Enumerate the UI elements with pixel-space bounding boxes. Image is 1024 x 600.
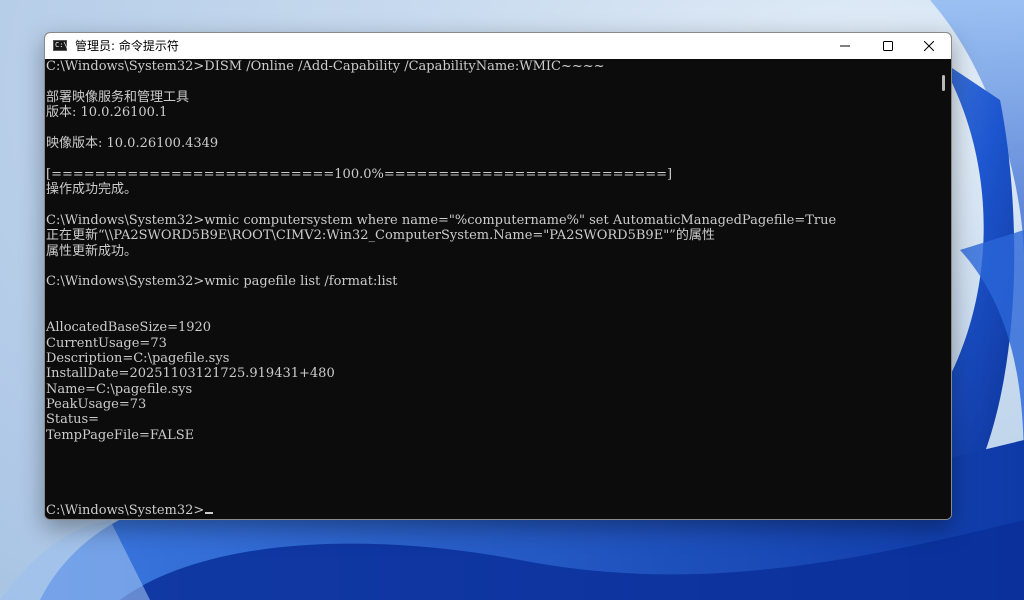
command-prompt-icon-label: C:\ xyxy=(55,41,68,49)
console-line: Description=C:\pagefile.sys xyxy=(46,351,230,366)
console-line: InstallDate=20251103121725.919431+480 xyxy=(46,366,335,381)
console-line: PeakUsage=73 xyxy=(46,397,147,412)
desktop: C:\ 管理员: 命令提示符 C:\Windows\System32>DISM … xyxy=(0,0,1024,600)
minimize-icon xyxy=(840,45,850,47)
scrollbar-thumb[interactable] xyxy=(942,75,945,91)
vertical-scrollbar[interactable] xyxy=(937,59,951,519)
console-line: 正在更新“\\PA2SWORD5B9E\ROOT\CIMV2:Win32_Com… xyxy=(46,228,715,243)
console-line: Name=C:\pagefile.sys xyxy=(46,382,193,397)
command-prompt-icon: C:\ xyxy=(53,40,68,51)
text-cursor xyxy=(205,512,214,514)
console-line: 部署映像服务和管理工具 xyxy=(46,90,190,105)
console-line: C:\Windows\System32>DISM /Online /Add-Ca… xyxy=(46,59,605,74)
title-bar[interactable]: C:\ 管理员: 命令提示符 xyxy=(45,33,951,59)
command-prompt-line[interactable]: C:\Windows\System32> xyxy=(46,503,214,519)
prompt-text: C:\Windows\System32> xyxy=(46,503,205,518)
console-line: [==========================100.0%=======… xyxy=(46,167,673,182)
console-line: C:\Windows\System32>wmic pagefile list /… xyxy=(46,274,398,289)
console-line: TempPageFile=FALSE xyxy=(46,428,195,443)
maximize-icon xyxy=(883,41,893,51)
close-button[interactable] xyxy=(907,33,951,59)
console-line: CurrentUsage=73 xyxy=(46,336,167,351)
command-prompt-window[interactable]: C:\ 管理员: 命令提示符 C:\Windows\System32>DISM … xyxy=(44,32,952,520)
console-line: 操作成功完成。 xyxy=(46,182,138,197)
minimize-button[interactable] xyxy=(823,33,867,59)
console-line: C:\Windows\System32>wmic computersystem … xyxy=(46,213,837,228)
close-icon xyxy=(924,41,934,51)
console-line: 版本: 10.0.26100.1 xyxy=(46,105,168,120)
maximize-button[interactable] xyxy=(866,33,910,59)
console-line: Status= xyxy=(46,412,100,427)
console-line: AllocatedBaseSize=1920 xyxy=(46,320,212,335)
console-line: 映像版本: 10.0.26100.4349 xyxy=(46,136,219,151)
window-title: 管理员: 命令提示符 xyxy=(75,39,179,53)
console-output[interactable]: C:\Windows\System32>DISM /Online /Add-Ca… xyxy=(45,59,937,519)
console-line: 属性更新成功。 xyxy=(46,244,138,259)
